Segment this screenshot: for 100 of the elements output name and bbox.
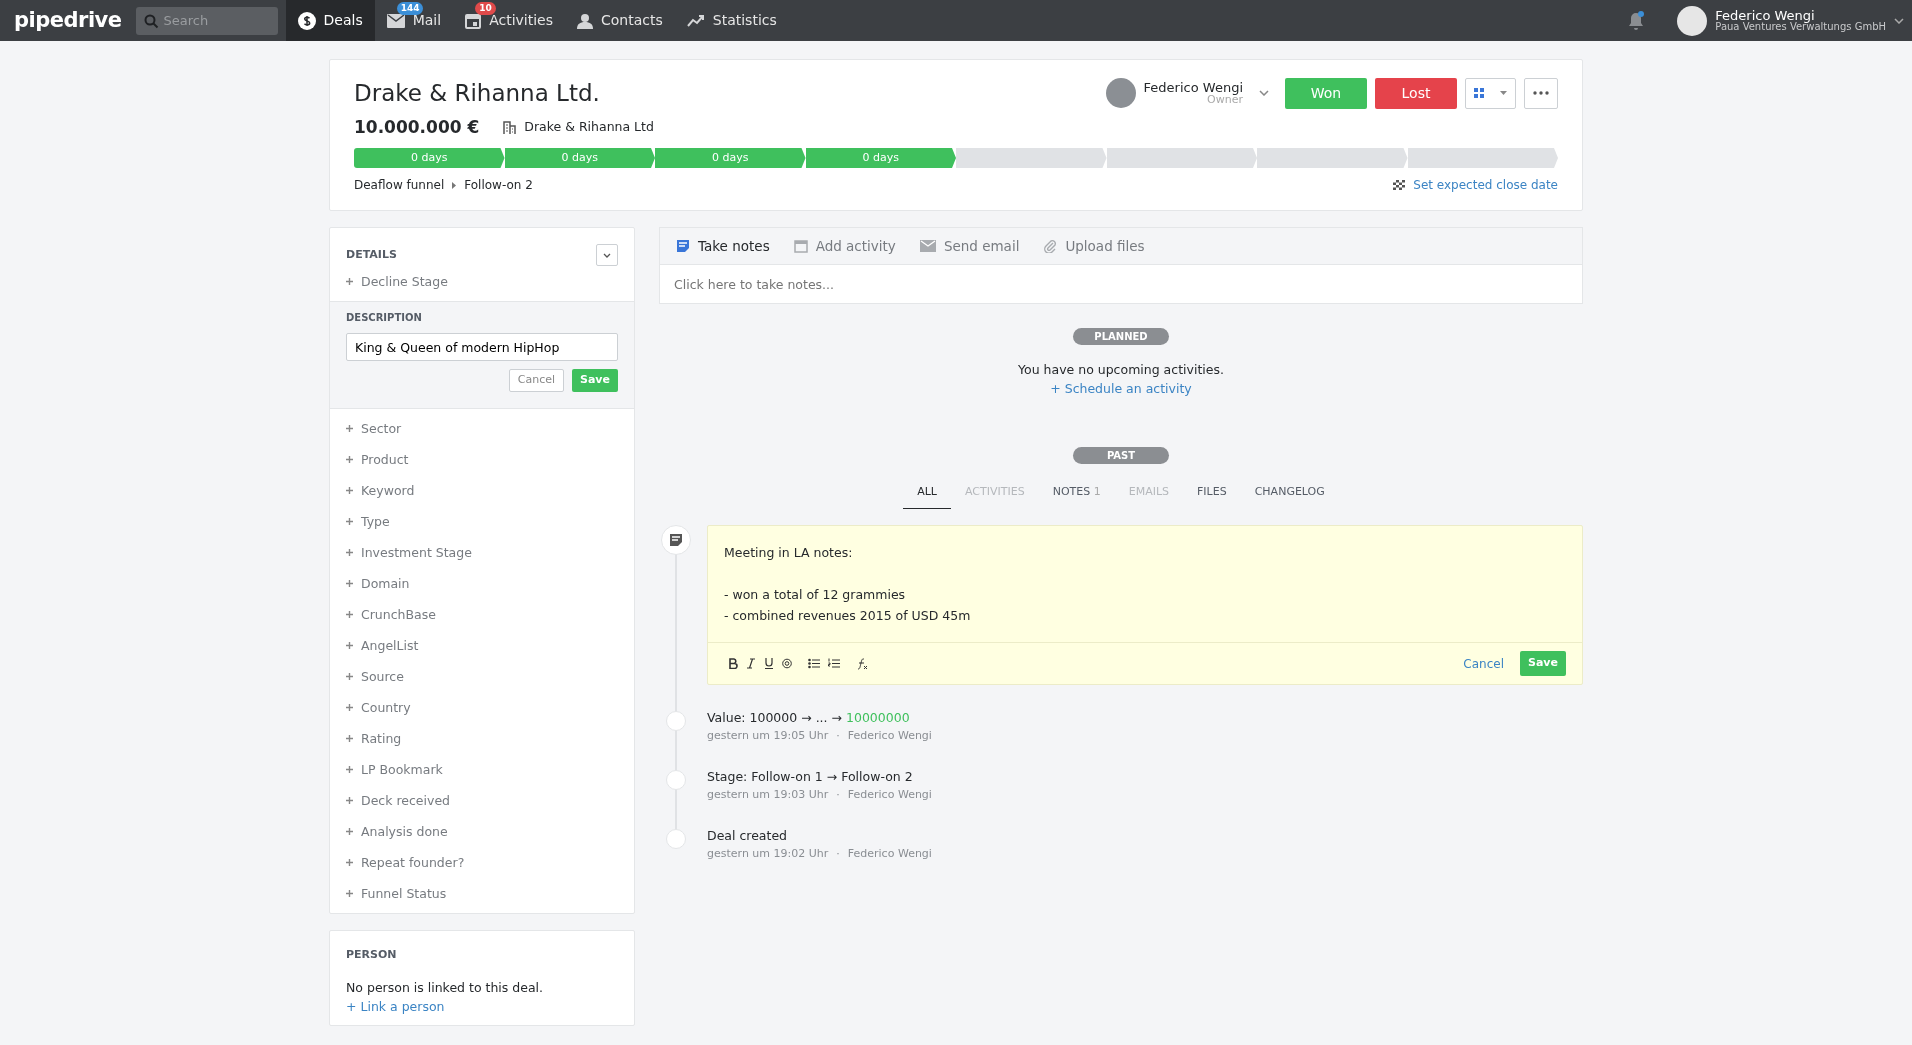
empty-message: You have no upcoming activities. [1018, 361, 1224, 380]
flag-icon [1393, 180, 1406, 190]
breadcrumb-item[interactable]: Deaflow funnel [354, 176, 445, 194]
clear-format-icon [856, 657, 868, 670]
at-sign-icon [782, 658, 792, 669]
filter-tab[interactable]: CHANGELOG [1240, 479, 1339, 510]
composer-tab[interactable]: Upload files [1043, 236, 1145, 257]
field-label[interactable]: Type [361, 511, 390, 531]
company-name: Paua Ventures Verwaltungs GmbH [1715, 22, 1886, 32]
plus-icon [346, 765, 353, 773]
plus-icon [346, 796, 353, 804]
logo[interactable]: pipedrive [0, 4, 136, 37]
organization-link[interactable]: Drake & Rihanna Ltd [524, 117, 654, 137]
chevron-icon [603, 252, 611, 258]
plus-icon [346, 278, 353, 285]
caret-icon [452, 181, 457, 189]
filter-tab[interactable]: ALL [903, 479, 951, 510]
envelope-icon [386, 13, 405, 28]
composer-tab[interactable]: Take notes [676, 236, 770, 257]
underline-icon [764, 658, 774, 669]
author-name: Federico Wengi [847, 727, 932, 744]
chevron-icon[interactable] [1894, 17, 1904, 24]
field-label[interactable]: Sector [361, 418, 402, 438]
won-button[interactable]: Won [1285, 77, 1367, 109]
numbered-list-icon [828, 658, 840, 669]
separator-dot: · [836, 786, 840, 803]
chevron-icon[interactable] [1259, 90, 1269, 97]
italic-icon [746, 658, 756, 669]
note-text[interactable]: Meeting in LA notes: - won a total of 12 grammies - combined revenues 2015 of USD 45m [708, 526, 1582, 644]
field-label[interactable]: Decline Stage [361, 272, 448, 291]
schedule-link[interactable]: + Schedule an activity [1050, 380, 1192, 399]
calendar-icon [793, 239, 808, 254]
section-pill: PLANNED [1073, 328, 1169, 346]
cancel-link[interactable]: Cancel [1463, 654, 1504, 673]
composer-tab[interactable]: Send email [919, 236, 1020, 257]
field-label[interactable]: Repeat founder? [361, 852, 465, 872]
field-heading: DESCRIPTION [346, 311, 423, 325]
section-heading: PERSON [346, 946, 398, 963]
nav-tab[interactable]: Mail 144 [374, 0, 454, 41]
field-label[interactable]: Country [361, 697, 411, 717]
nav-tab[interactable]: Statistics [674, 0, 789, 41]
close-date-link[interactable]: Set expected close date [1413, 176, 1558, 194]
save-button[interactable]: Save [572, 369, 618, 392]
field-label[interactable]: Domain [361, 573, 410, 593]
plus-icon [346, 486, 353, 494]
section-pill: PAST [1073, 446, 1169, 464]
nav-tab[interactable]: Activities 10 [453, 0, 565, 41]
plus-icon [346, 579, 353, 587]
author-name: Federico Wengi [847, 846, 932, 862]
author-name: Federico Wengi [847, 786, 932, 803]
field-label[interactable]: Keyword [361, 480, 415, 500]
field-label[interactable]: Deck received [361, 790, 450, 810]
plus-icon [346, 827, 353, 835]
breadcrumb-item[interactable]: Follow-on 2 [464, 176, 533, 194]
save-button[interactable]: Save [1520, 651, 1566, 676]
field-label[interactable]: Source [361, 666, 404, 686]
more-button[interactable] [1524, 77, 1558, 109]
caret-icon [1500, 91, 1507, 96]
pipeline-stage[interactable]: 0 days [504, 148, 655, 168]
cancel-button[interactable]: Cancel [508, 369, 564, 392]
field-label[interactable]: Funnel Status [361, 883, 447, 903]
field-label[interactable]: LP Bookmark [361, 759, 443, 779]
note-icon [676, 239, 690, 254]
description-field[interactable]: King & Queen of modern HipHop [346, 333, 618, 361]
field-label[interactable]: CrunchBase [361, 604, 436, 624]
filter-tab[interactable]: FILES [1183, 479, 1241, 510]
field-label[interactable]: AngelList [361, 635, 419, 655]
bold-icon [728, 658, 738, 669]
bell-icon[interactable] [1627, 10, 1646, 31]
plus-icon [346, 641, 353, 649]
changelog-entry: Stage: Follow-on 1 → Follow-on 2 [707, 768, 914, 786]
plus-icon [346, 858, 353, 866]
nav-tab[interactable]: Contacts [565, 0, 675, 41]
search-field[interactable]: Search [135, 6, 278, 35]
owner-name: Federico Wengi [1143, 81, 1243, 95]
field-label[interactable]: Analysis done [361, 821, 448, 841]
dollar-icon [297, 11, 316, 30]
plus-icon [346, 517, 353, 525]
timestamp: gestern um 19:03 Uhr [707, 786, 829, 803]
separator-dot: · [836, 727, 840, 744]
field-label[interactable]: Rating [361, 728, 402, 748]
deal-title: Drake & Rihanna Ltd. [354, 79, 600, 108]
view-switch-button[interactable] [1465, 77, 1516, 109]
lost-button[interactable]: Lost [1375, 77, 1457, 109]
composer-tab[interactable]: Add activity [793, 236, 896, 257]
envelope-icon [919, 240, 936, 253]
link-person-link[interactable]: + Link a person [346, 998, 445, 1014]
notes-field[interactable]: Click here to take notes... [659, 264, 1583, 305]
field-label[interactable]: Product [361, 449, 409, 469]
timestamp: gestern um 19:05 Uhr [707, 727, 829, 744]
pipeline-stage[interactable]: 0 days [805, 148, 956, 168]
field-label[interactable]: Investment Stage [361, 542, 472, 562]
person-icon [577, 12, 593, 29]
separator-dot: · [836, 846, 840, 862]
filter-tab[interactable]: NOTES 1 [1038, 479, 1115, 510]
nav-tab[interactable]: Deals [285, 0, 375, 41]
count-badge: 144 [396, 2, 424, 15]
pipeline-stage[interactable]: 0 days [354, 148, 505, 168]
changelog-entry: Value: 100000 → ... → 10000000 [707, 708, 911, 727]
pipeline-stage[interactable]: 0 days [655, 148, 806, 168]
